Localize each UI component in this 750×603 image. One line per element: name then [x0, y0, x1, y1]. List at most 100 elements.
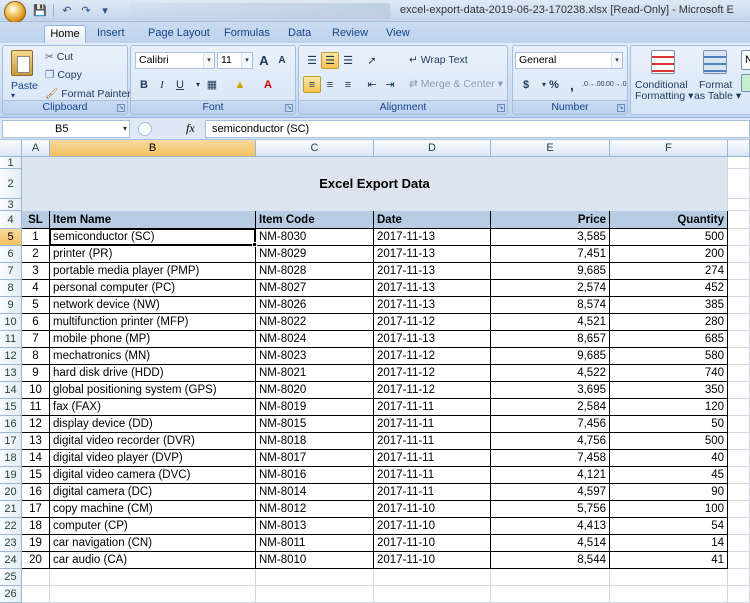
date-cell[interactable]: 2017-11-10 [374, 552, 491, 569]
format-painter-button[interactable]: 🖌 Format Painter [45, 87, 131, 100]
tab-review[interactable]: Review [328, 25, 372, 43]
tab-page-layout[interactable]: Page Layout [144, 25, 214, 43]
header-date[interactable]: Date [374, 211, 491, 229]
date-cell[interactable]: 2017-11-10 [374, 518, 491, 535]
quantity-cell[interactable]: 500 [610, 229, 728, 246]
sl-cell[interactable]: 4 [22, 280, 50, 297]
row-header[interactable]: 21 [0, 501, 22, 518]
tab-insert[interactable]: Insert [93, 25, 129, 43]
empty-cell[interactable] [728, 157, 750, 169]
conditional-formatting-icon[interactable] [651, 50, 675, 74]
quantity-cell[interactable]: 685 [610, 331, 728, 348]
empty-cell[interactable] [728, 331, 750, 348]
date-cell[interactable]: 2017-11-13 [374, 280, 491, 297]
empty-cell[interactable] [728, 450, 750, 467]
sl-cell[interactable]: 10 [22, 382, 50, 399]
row-header[interactable]: 1 [0, 157, 22, 169]
item-code-cell[interactable]: NM-8030 [256, 229, 374, 246]
item-name-cell[interactable]: computer (CP) [50, 518, 256, 535]
item-name-cell[interactable]: semiconductor (SC) [50, 229, 256, 246]
item-code-cell[interactable]: NM-8013 [256, 518, 374, 535]
item-code-cell[interactable]: NM-8017 [256, 450, 374, 467]
empty-cell[interactable] [491, 569, 610, 586]
quantity-cell[interactable]: 100 [610, 501, 728, 518]
empty-cell[interactable] [728, 211, 750, 229]
item-name-cell[interactable]: digital camera (DC) [50, 484, 256, 501]
price-cell[interactable]: 8,574 [491, 297, 610, 314]
clipboard-launcher-icon[interactable]: ↘ [117, 104, 125, 112]
quantity-cell[interactable]: 500 [610, 433, 728, 450]
row-header[interactable]: 5 [0, 229, 22, 246]
decrease-indent-icon[interactable]: ⇤ [363, 76, 381, 93]
date-cell[interactable]: 2017-11-11 [374, 433, 491, 450]
date-cell[interactable]: 2017-11-13 [374, 229, 491, 246]
font-name-combo[interactable]: Calibri ▾ [135, 52, 215, 69]
date-cell[interactable]: 2017-11-13 [374, 246, 491, 263]
cell-style-normal[interactable]: N [741, 50, 750, 70]
quantity-cell[interactable]: 274 [610, 263, 728, 280]
sl-cell[interactable]: 3 [22, 263, 50, 280]
undo-icon[interactable]: ↶ [59, 3, 75, 18]
item-name-cell[interactable]: display device (DD) [50, 416, 256, 433]
empty-cell[interactable] [728, 416, 750, 433]
date-cell[interactable]: 2017-11-12 [374, 365, 491, 382]
redo-icon[interactable]: ↷ [78, 3, 94, 18]
formula-input[interactable]: semiconductor (SC) [205, 120, 750, 138]
empty-cell[interactable] [22, 569, 50, 586]
empty-cell[interactable] [728, 467, 750, 484]
sl-cell[interactable]: 8 [22, 348, 50, 365]
orientation-icon[interactable]: ➚ [363, 52, 381, 69]
date-cell[interactable]: 2017-11-12 [374, 348, 491, 365]
chevron-down-icon[interactable]: ▾ [203, 53, 214, 68]
empty-cell[interactable] [728, 382, 750, 399]
price-cell[interactable]: 9,685 [491, 263, 610, 280]
empty-cell[interactable] [50, 569, 256, 586]
align-right-icon[interactable]: ≡ [339, 76, 357, 93]
date-cell[interactable]: 2017-11-12 [374, 382, 491, 399]
column-header-b[interactable]: B [50, 140, 256, 157]
date-cell[interactable]: 2017-11-12 [374, 314, 491, 331]
sl-cell[interactable]: 7 [22, 331, 50, 348]
sheet-title[interactable]: Excel Export Data [22, 157, 728, 211]
cut-button[interactable]: ✂ Cut [45, 51, 73, 63]
align-center-icon[interactable]: ≡ [321, 76, 339, 93]
price-cell[interactable]: 4,521 [491, 314, 610, 331]
spreadsheet-grid[interactable]: A B C D E F 1 2 3 4 5 6 7 8 9 10 11 12 13 14 15 16 17 18 19 20 21 2… [0, 140, 750, 603]
column-header-f[interactable]: F [610, 140, 728, 157]
date-cell[interactable]: 2017-11-13 [374, 331, 491, 348]
empty-cell[interactable] [728, 280, 750, 297]
date-cell[interactable]: 2017-11-11 [374, 399, 491, 416]
quantity-cell[interactable]: 45 [610, 467, 728, 484]
item-name-cell[interactable]: car audio (CA) [50, 552, 256, 569]
number-launcher-icon[interactable]: ↘ [617, 104, 625, 112]
quantity-cell[interactable]: 280 [610, 314, 728, 331]
date-cell[interactable]: 2017-11-11 [374, 416, 491, 433]
alignment-launcher-icon[interactable]: ↘ [497, 104, 505, 112]
office-button[interactable] [4, 1, 26, 23]
quantity-cell[interactable]: 54 [610, 518, 728, 535]
sl-cell[interactable]: 14 [22, 450, 50, 467]
cell-style-good[interactable] [741, 74, 750, 92]
item-code-cell[interactable]: NM-8027 [256, 280, 374, 297]
empty-cell[interactable] [728, 433, 750, 450]
column-header-a[interactable]: A [22, 140, 50, 157]
item-name-cell[interactable]: printer (PR) [50, 246, 256, 263]
row-header[interactable]: 16 [0, 416, 22, 433]
item-code-cell[interactable]: NM-8023 [256, 348, 374, 365]
row-header[interactable]: 6 [0, 246, 22, 263]
sl-cell[interactable]: 19 [22, 535, 50, 552]
font-launcher-icon[interactable]: ↘ [285, 104, 293, 112]
row-header[interactable]: 8 [0, 280, 22, 297]
sl-cell[interactable]: 5 [22, 297, 50, 314]
insert-function-icon[interactable]: fx [186, 121, 195, 136]
empty-cell[interactable] [728, 246, 750, 263]
price-cell[interactable]: 8,657 [491, 331, 610, 348]
sl-cell[interactable]: 16 [22, 484, 50, 501]
italic-button[interactable]: I [153, 76, 171, 93]
empty-cell[interactable] [728, 297, 750, 314]
format-as-table-icon[interactable] [703, 50, 727, 74]
item-code-cell[interactable]: NM-8012 [256, 501, 374, 518]
header-code[interactable]: Item Code [256, 211, 374, 229]
date-cell[interactable]: 2017-11-10 [374, 501, 491, 518]
align-top-icon[interactable]: ☰ [303, 52, 321, 69]
